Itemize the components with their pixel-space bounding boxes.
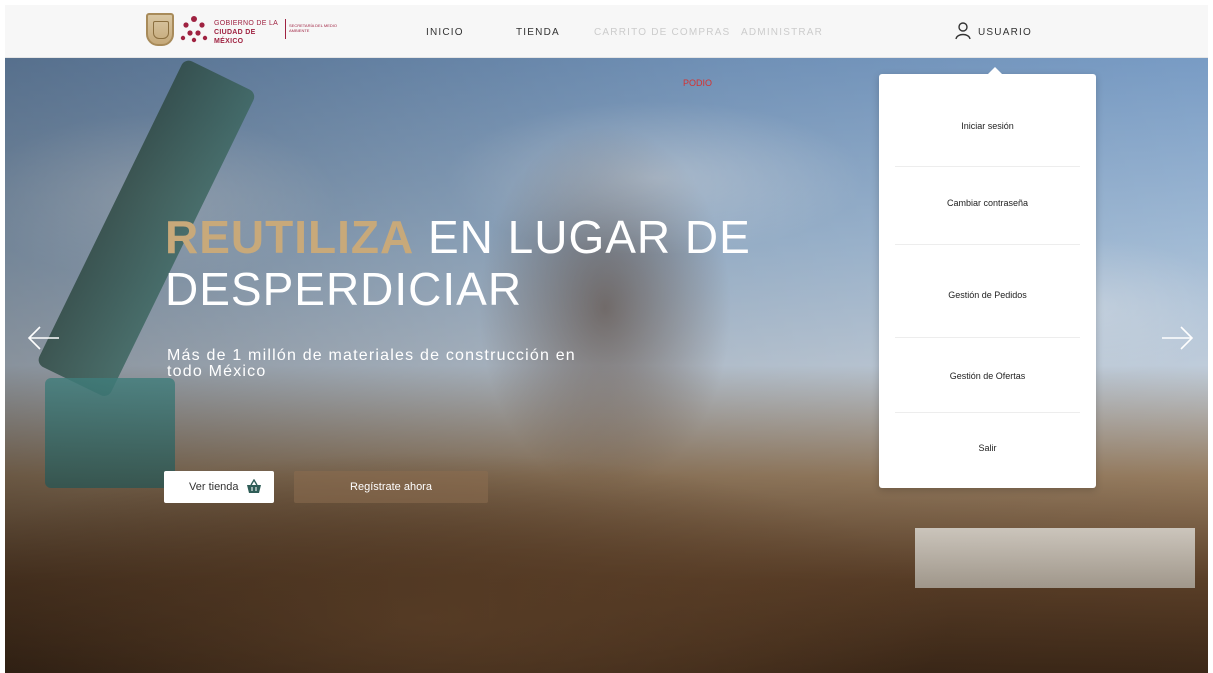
menu-item-iniciar-sesion[interactable]: Iniciar sesión xyxy=(879,121,1096,131)
podio-tag: PODIO xyxy=(683,78,713,88)
nav-carrito-de-compras[interactable]: CARRITO DE COMPRAS xyxy=(594,27,730,38)
registrate-ahora-button[interactable]: Regístrate ahora xyxy=(294,471,488,503)
hero-background-excavator-body xyxy=(45,378,175,488)
logo-line-1: GOBIERNO DE LA xyxy=(214,20,279,27)
hero-subline: Más de 1 millón de materiales de constru… xyxy=(167,347,576,380)
user-menu-label: USUARIO xyxy=(978,27,1032,38)
menu-divider xyxy=(895,244,1080,245)
basket-icon xyxy=(247,479,261,493)
user-menu-caret xyxy=(988,67,1002,74)
user-dropdown-menu: Iniciar sesión Cambiar contraseña Gestió… xyxy=(879,74,1096,488)
nav-administrar[interactable]: ADMINISTRAR xyxy=(741,27,823,38)
nav-tienda[interactable]: TIENDA xyxy=(516,27,560,38)
hero-headline: REUTILIZA EN LUGAR DE DESPERDICIAR xyxy=(165,211,865,315)
nav-inicio[interactable]: INICIO xyxy=(426,27,464,38)
logo-divider xyxy=(285,19,286,39)
coat-of-arms-logo xyxy=(146,13,174,46)
hero-headline-accent: REUTILIZA xyxy=(165,211,415,263)
hero-background-buildings xyxy=(915,528,1195,588)
menu-divider xyxy=(895,166,1080,167)
arrow-right-icon[interactable] xyxy=(1160,326,1194,350)
logo-line-2: CIUDAD DE MÉXICO xyxy=(214,29,256,45)
cdmx-logo-icon xyxy=(180,16,208,43)
menu-item-gestion-ofertas[interactable]: Gestión de Ofertas xyxy=(879,371,1096,381)
menu-divider xyxy=(895,337,1080,338)
menu-item-gestion-pedidos[interactable]: Gestión de Pedidos xyxy=(879,290,1096,300)
arrow-left-icon[interactable] xyxy=(27,326,61,350)
logo-wordmark: GOBIERNO DE LA CIUDAD DE MÉXICO xyxy=(214,19,284,46)
menu-item-salir[interactable]: Salir xyxy=(879,443,1096,453)
ver-tienda-label: Ver tienda xyxy=(189,481,239,493)
top-navbar: GOBIERNO DE LA CIUDAD DE MÉXICO SECRETAR… xyxy=(5,5,1208,58)
menu-item-cambiar-contrasena[interactable]: Cambiar contraseña xyxy=(879,198,1096,208)
ver-tienda-button[interactable]: Ver tienda xyxy=(164,471,274,503)
menu-divider xyxy=(895,412,1080,413)
logo-secretaria: SECRETARÍA DEL MEDIO AMBIENTE xyxy=(289,23,338,33)
user-icon xyxy=(955,22,971,40)
registrate-ahora-label: Regístrate ahora xyxy=(350,481,432,493)
